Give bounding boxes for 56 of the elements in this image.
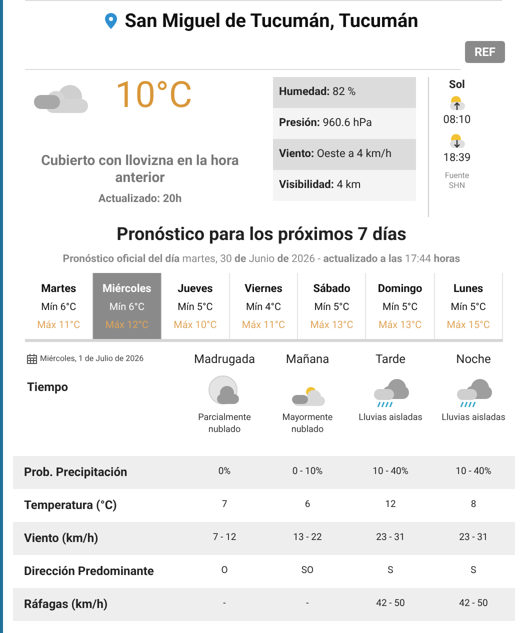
table-cell-text: 6 <box>304 498 312 512</box>
table-cell-text: 8 <box>470 498 478 512</box>
calendar-icon <box>27 354 37 364</box>
source-text: Fuente SHN <box>444 170 470 190</box>
table-cell-text: O <box>220 564 229 578</box>
table-cell-text: 23 - 31 <box>375 531 406 546</box>
detail-text: Presión: 960.6 hPa <box>279 115 372 132</box>
table-cell-text: 0% <box>217 465 232 480</box>
table-cell-text: 42 - 50 <box>458 597 489 612</box>
forecast-subtitle: Pronóstico oficial del día martes, 30 de Junio de 2026 - actualizado a las 17:44 horas <box>62 251 462 267</box>
period-heading: Mañana <box>284 350 330 368</box>
updated-time: Actualizado: 20h <box>97 191 183 207</box>
sky-condition: Lluvias aisladas <box>440 412 506 424</box>
table-cell-text: S <box>470 564 478 578</box>
row-label: Dirección Predominante <box>23 563 155 580</box>
table-cell-text: 7 <box>220 498 228 512</box>
sunrise-time: 08:10 <box>443 112 471 128</box>
row-label: Viento (km/h) <box>23 530 100 548</box>
location-title: San Miguel de Tucumán, Tucumán <box>124 8 418 34</box>
table-cell-text: - <box>222 597 227 612</box>
detail-text: Humedad: 82 % <box>279 84 356 100</box>
sky-condition: Parcialmente nublado <box>197 412 252 436</box>
table-cell-text: - <box>305 597 310 612</box>
period-heading: Noche <box>455 350 492 368</box>
table-cell-text: S <box>386 564 394 578</box>
sky-condition: Lluvias aisladas <box>358 412 424 424</box>
detail-text: Viento: Oeste a 4 km/h <box>279 146 392 162</box>
weather-description: Cubierto con llovizna en la hora anterior <box>40 153 240 187</box>
sky-condition: Mayormente nublado <box>281 412 334 436</box>
sunrise-icon <box>448 94 466 112</box>
rain-cloud-icon <box>372 378 408 408</box>
table-cell-text: 13 - 22 <box>292 531 323 546</box>
table-cell-text: 7 - 12 <box>212 531 238 546</box>
table-cell-text: 0 - 10% <box>291 465 324 480</box>
table-cell-text: 10 - 40% <box>454 465 492 480</box>
cloud-icon <box>32 83 90 115</box>
row-label: Tiempo <box>27 380 68 394</box>
table-cell-text: 42 - 50 <box>375 597 406 612</box>
current-temperature: 10°C <box>115 75 192 115</box>
table-cell-text: SO <box>300 564 315 578</box>
sunset-time: 18:39 <box>443 150 471 166</box>
row-label: Temperatura (°C) <box>23 497 118 514</box>
period-heading: Tarde <box>374 350 407 368</box>
rain-cloud-icon <box>456 378 492 408</box>
row-label: Ráfagas (km/h) <box>23 596 109 614</box>
table-cell-text: 10 - 40% <box>372 465 410 480</box>
location-pin-icon <box>104 13 117 29</box>
sun-title: Sol <box>449 77 465 93</box>
forecast-title: Pronóstico para los próximos 7 días <box>116 223 408 245</box>
table-cell-text: 12 <box>384 498 397 512</box>
sunset-icon <box>448 132 466 150</box>
table-cell-text: 23 - 31 <box>458 531 489 546</box>
period-heading: Madrugada <box>192 350 256 368</box>
row-label: Prob. Precipitación <box>23 464 128 482</box>
detail-text: Visibilidad: 4 km <box>279 177 361 194</box>
forecast-date: Miércoles, 1 de Julio de 2026 <box>40 352 144 365</box>
